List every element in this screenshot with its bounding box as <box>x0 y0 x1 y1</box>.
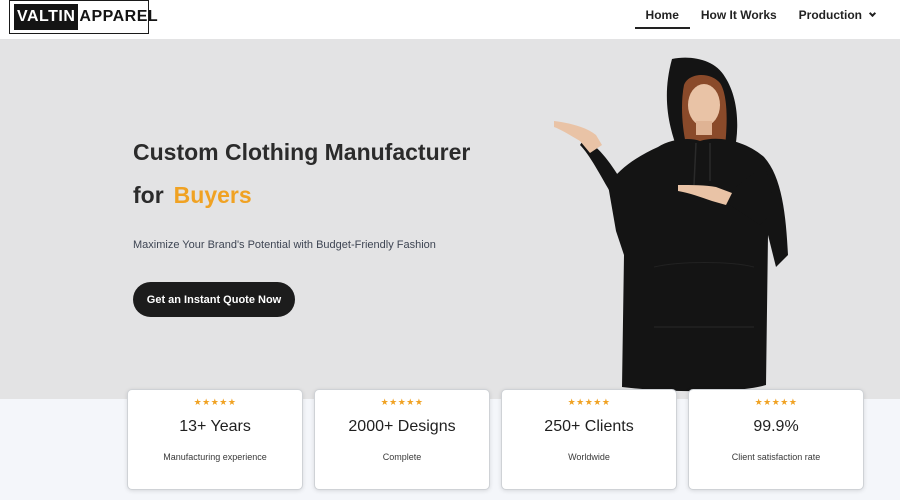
brand-logo[interactable]: VALTIN APPAREL <box>9 0 158 34</box>
rating-stars-icon: ★★★★★ <box>380 397 424 407</box>
stat-value: 99.9% <box>753 418 799 435</box>
hero-title: Custom Clothing Manufacturer <box>133 139 471 165</box>
hero-title-accent: Buyers <box>173 182 252 208</box>
page: VALTIN APPAREL Home How It Works Product… <box>0 0 900 500</box>
stat-label: Worldwide <box>568 452 610 462</box>
stat-value: 13+ Years <box>179 418 251 435</box>
main-nav: Home How It Works Production <box>634 0 886 30</box>
stat-card-years: ★★★★★ 13+ Years Manufacturing experience <box>127 389 303 490</box>
stat-label: Manufacturing experience <box>163 452 267 462</box>
rating-stars-icon: ★★★★★ <box>567 397 611 407</box>
nav-label: Home <box>645 8 679 22</box>
nav-item-how-it-works[interactable]: How It Works <box>690 0 788 29</box>
hero-title-line2: for Buyers <box>133 182 252 209</box>
stat-label: Client satisfaction rate <box>731 452 821 462</box>
hoodie-model-image <box>554 57 788 392</box>
nav-item-home[interactable]: Home <box>634 0 691 29</box>
hero-subtitle: Maximize Your Brand's Potential with Bud… <box>133 239 436 251</box>
stat-label: Complete <box>382 452 422 462</box>
stat-card-designs: ★★★★★ 2000+ Designs Complete <box>314 389 490 490</box>
nav-label: Production <box>798 8 862 22</box>
logo-mark: VALTIN <box>14 4 79 30</box>
site-header: VALTIN APPAREL Home How It Works Product… <box>0 0 900 39</box>
get-quote-button[interactable]: Get an Instant Quote Now <box>133 282 295 317</box>
rating-stars-icon: ★★★★★ <box>193 397 237 407</box>
nav-label: How It Works <box>700 8 777 22</box>
stat-card-clients: ★★★★★ 250+ Clients Worldwide <box>501 389 677 490</box>
stat-card-satisfaction: ★★★★★ 99.9% Client satisfaction rate <box>688 389 864 490</box>
nav-item-production[interactable]: Production <box>788 0 886 29</box>
stat-value: 250+ Clients <box>544 418 634 435</box>
stat-value: 2000+ Designs <box>348 418 456 435</box>
hero-title-prefix: for <box>133 182 164 208</box>
logo-text: APPAREL <box>79 8 159 25</box>
chevron-down-icon <box>868 9 877 18</box>
rating-stars-icon: ★★★★★ <box>754 397 798 407</box>
